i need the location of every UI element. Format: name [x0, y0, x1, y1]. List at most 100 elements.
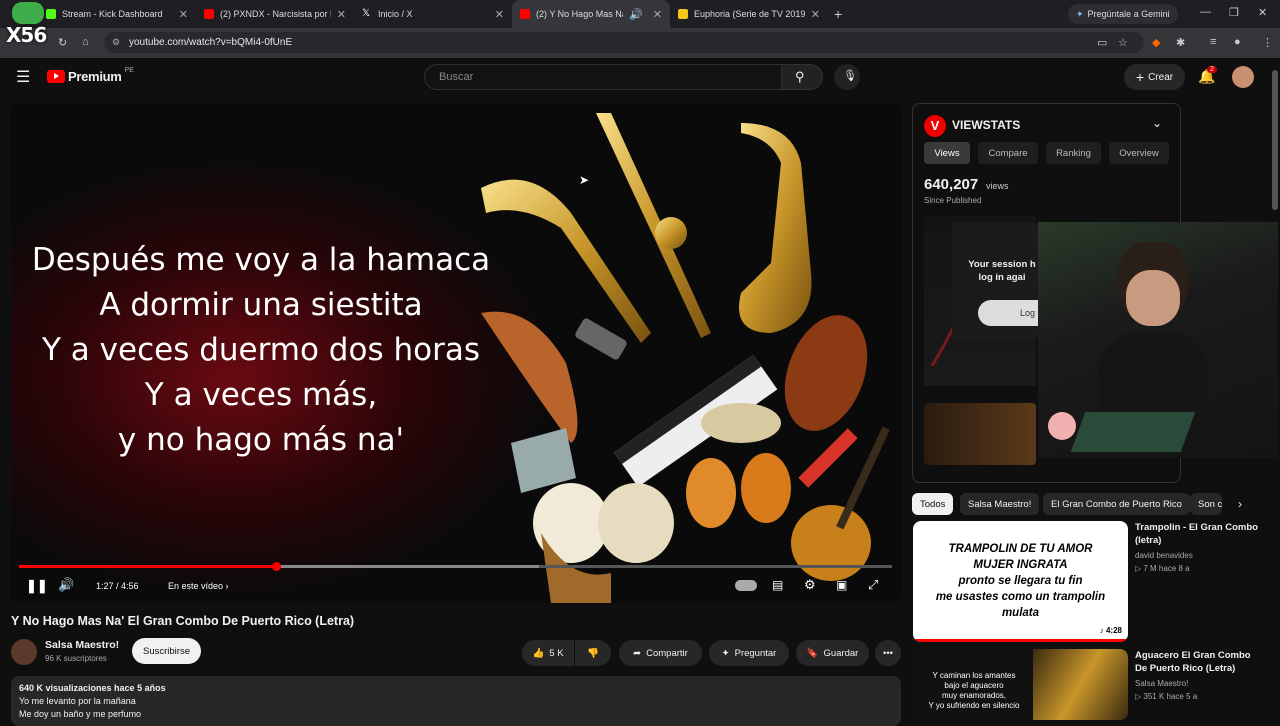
- tab-overview[interactable]: Overview: [1109, 142, 1169, 164]
- youtube-play-icon: [47, 70, 65, 83]
- bookmark-icon: 🔖: [806, 647, 819, 659]
- sparkle-icon: ✦: [721, 647, 730, 659]
- related-title[interactable]: Aguacero El Gran Combo De Puerto Rico (L…: [1135, 649, 1265, 675]
- channel-avatar[interactable]: [11, 639, 37, 665]
- thumbs-up-icon: 👍: [532, 647, 545, 659]
- close-window-icon[interactable]: ✕: [1258, 6, 1267, 19]
- youtube-icon: [520, 9, 530, 19]
- page-scrollbar[interactable]: [1272, 70, 1278, 210]
- share-button[interactable]: ➦ Compartir: [619, 640, 702, 666]
- close-tab-icon[interactable]: ✕: [337, 8, 346, 21]
- viewstats-video-thumb[interactable]: [924, 403, 1036, 465]
- miniplayer-icon[interactable]: ▣: [836, 578, 847, 592]
- tab-youtube-active[interactable]: (2) Y No Hago Mas Na' El G 🔊 ✕: [512, 0, 670, 28]
- since-published: Since Published: [924, 196, 982, 205]
- tab-x[interactable]: 𝕏 Inicio / X ✕: [354, 0, 512, 28]
- lyric-line: Y a veces duermo dos horas: [42, 332, 480, 368]
- login-button[interactable]: Log: [978, 300, 1038, 326]
- media-icon[interactable]: ≡: [1210, 36, 1216, 48]
- tab-views[interactable]: Views: [924, 142, 970, 164]
- chevron-down-icon[interactable]: ⌄: [1152, 116, 1162, 130]
- extension-fox-icon[interactable]: ◆: [1152, 36, 1160, 49]
- related-thumb[interactable]: Y caminan los amantes bajo el aguacero m…: [913, 649, 1128, 720]
- chip-artist[interactable]: El Gran Combo de Puerto Rico: [1043, 493, 1190, 515]
- notification-count-badge: 2: [1207, 66, 1217, 73]
- close-tab-icon[interactable]: ✕: [495, 8, 504, 21]
- views-unit: views: [986, 181, 1009, 191]
- duration-badge: ♪ 4:28: [1099, 626, 1122, 635]
- subscriber-count: 96 K suscriptores: [45, 654, 107, 663]
- close-tab-icon[interactable]: ✕: [811, 8, 820, 21]
- views-count: 640,207: [924, 176, 979, 193]
- related-meta: ▷ 7 M hace 8 a: [1135, 564, 1190, 573]
- speaker-icon[interactable]: 🔊: [629, 8, 643, 21]
- related-meta: ▷ 351 K hace 5 a: [1135, 692, 1198, 701]
- cast-icon[interactable]: ▭: [1097, 36, 1107, 49]
- mouse-cursor-icon: ➤: [579, 173, 590, 187]
- url-field[interactable]: ⚙ youtube.com/watch?v=bQMi4-0fUnE: [104, 32, 1144, 53]
- chip-channel[interactable]: Salsa Maestro!: [960, 493, 1040, 515]
- tab-kick[interactable]: Stream - Kick Dashboard ✕: [38, 0, 196, 28]
- gemini-button[interactable]: ✦ Pregúntale a Gemini: [1068, 4, 1178, 24]
- pig-sticker-icon: [1048, 412, 1076, 440]
- tab-ranking[interactable]: Ranking: [1046, 142, 1101, 164]
- tab-compare[interactable]: Compare: [978, 142, 1038, 164]
- chip-all[interactable]: Todos: [912, 493, 954, 515]
- fullscreen-icon[interactable]: ⤢: [868, 577, 878, 593]
- thumb-text: Y caminan los amantes bajo el aguacero m…: [928, 671, 1020, 710]
- time-display: 1:27 / 4:56: [96, 581, 139, 591]
- hamburger-menu-icon[interactable]: ☰: [16, 67, 30, 87]
- menu-dots-icon[interactable]: ⋮: [1262, 36, 1273, 49]
- reload-icon[interactable]: ↻: [58, 36, 67, 49]
- save-button[interactable]: 🔖 Guardar: [796, 640, 869, 666]
- restore-icon[interactable]: ❐: [1229, 6, 1239, 19]
- related-title[interactable]: Trampolin - El Gran Combo (letra): [1135, 521, 1265, 547]
- subtitles-icon[interactable]: ▤: [772, 578, 783, 592]
- like-button[interactable]: 👍 5 K: [522, 640, 574, 666]
- youtube-icon: [204, 9, 214, 19]
- close-tab-icon[interactable]: ✕: [653, 8, 662, 21]
- video-progress-bar[interactable]: [19, 562, 892, 571]
- ask-button[interactable]: ✦ Preguntar: [709, 640, 789, 666]
- description-box[interactable]: 640 K visualizaciones hace 5 años Yo me …: [11, 676, 901, 726]
- autoplay-toggle[interactable]: [735, 580, 757, 591]
- tab-euphoria[interactable]: Euphoria (Serie de TV 2019-202 ✕: [670, 0, 828, 28]
- home-icon[interactable]: ⌂: [82, 36, 89, 48]
- related-thumb[interactable]: TRAMPOLIN DE TU AMOR MUJER INGRATA pront…: [913, 521, 1128, 642]
- account-avatar[interactable]: [1232, 66, 1254, 88]
- pause-icon[interactable]: ❚❚: [26, 578, 48, 594]
- lyric-line: Y a veces más,: [144, 377, 378, 413]
- bookmark-star-icon[interactable]: ☆: [1118, 36, 1128, 49]
- scrubber-handle[interactable]: [271, 562, 281, 571]
- streamer-logo-overlay: X56: [6, 2, 50, 58]
- video-player[interactable]: Después me voy a la hamaca A dormir una …: [11, 103, 901, 603]
- tab-pxndx[interactable]: (2) PXNDX - Narcisista por Exce ✕: [196, 0, 354, 28]
- profile-icon[interactable]: ●: [1234, 36, 1241, 48]
- played-bar: [19, 565, 276, 568]
- create-button[interactable]: + Crear: [1124, 64, 1185, 90]
- settings-gear-icon[interactable]: ⚙: [804, 577, 816, 593]
- share-icon: ➦: [633, 647, 642, 659]
- site-info-icon[interactable]: ⚙: [112, 32, 120, 53]
- related-channel[interactable]: Salsa Maestro!: [1135, 677, 1188, 690]
- volume-icon[interactable]: 🔊: [58, 577, 74, 593]
- chevron-right-icon[interactable]: ›: [1238, 497, 1242, 511]
- close-tab-icon[interactable]: ✕: [179, 8, 188, 21]
- minimize-icon[interactable]: —: [1200, 6, 1211, 18]
- dislike-button[interactable]: 👎: [575, 640, 611, 666]
- voice-search-button[interactable]: 🎙: [834, 64, 860, 90]
- more-actions-button[interactable]: •••: [875, 640, 901, 666]
- search-button[interactable]: ⚲: [781, 64, 823, 90]
- youtube-logo[interactable]: Premium PE: [47, 67, 134, 84]
- gemini-icon: ✦: [1076, 8, 1084, 19]
- more-dots-icon: •••: [883, 647, 893, 659]
- related-channel[interactable]: david benavides: [1135, 549, 1193, 562]
- channel-name[interactable]: Salsa Maestro!: [45, 639, 119, 651]
- subscribe-button[interactable]: Suscribirse: [132, 638, 201, 664]
- search-input[interactable]: Buscar: [424, 64, 782, 90]
- session-modal: Your session h log in agai Log: [952, 222, 1038, 340]
- extensions-icon[interactable]: ✱: [1176, 36, 1185, 49]
- new-tab-button[interactable]: +: [834, 6, 842, 22]
- in-video-button[interactable]: En este vídeo ›: [168, 581, 229, 591]
- chip-genre[interactable]: Son c: [1190, 493, 1222, 515]
